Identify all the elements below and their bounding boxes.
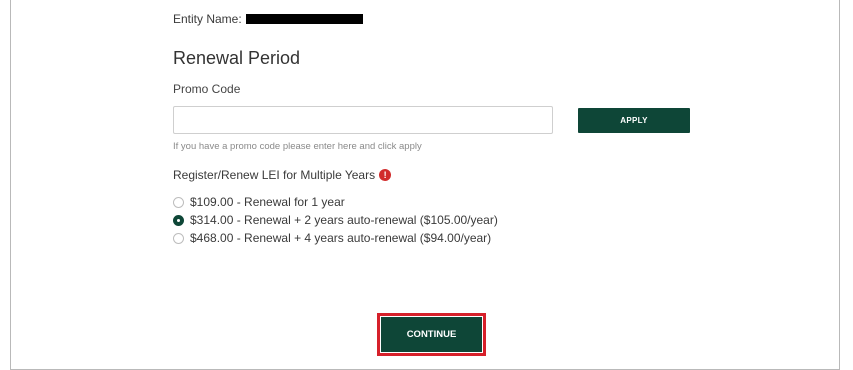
radio-button[interactable]	[173, 232, 184, 244]
exclamation-circle-icon: !	[379, 169, 392, 181]
renewal-option-label: $109.00 - Renewal for 1 year	[190, 195, 345, 209]
promo-code-label: Promo Code	[173, 82, 241, 96]
promo-code-help-text: If you have a promo code please enter he…	[173, 141, 422, 152]
multi-year-label-row: Register/Renew LEI for Multiple Years !	[173, 168, 392, 182]
promo-code-input[interactable]	[173, 106, 553, 134]
section-title: Renewal Period	[173, 48, 301, 68]
entity-name-label: Entity Name:	[173, 12, 242, 26]
entity-name-redacted-value	[245, 14, 363, 24]
renewal-option-4-years[interactable]: $468.00 - Renewal + 4 years auto-renewal…	[173, 229, 498, 247]
renewal-option-1-year[interactable]: $109.00 - Renewal for 1 year	[173, 193, 498, 211]
radio-button-selected[interactable]	[173, 214, 184, 226]
apply-button[interactable]: APPLY	[578, 108, 690, 133]
renewal-option-label: $314.00 - Renewal + 2 years auto-renewal…	[190, 213, 498, 227]
multi-year-label: Register/Renew LEI for Multiple Years	[173, 168, 376, 182]
renewal-options-group: $109.00 - Renewal for 1 year $314.00 - R…	[173, 193, 498, 247]
continue-button[interactable]: CONTINUE	[381, 317, 482, 352]
renewal-option-label: $468.00 - Renewal + 4 years auto-renewal…	[190, 231, 492, 245]
entity-name-row: Entity Name:	[173, 12, 363, 26]
renewal-option-2-years[interactable]: $314.00 - Renewal + 2 years auto-renewal…	[173, 211, 498, 229]
continue-highlight-box: CONTINUE	[377, 313, 486, 356]
radio-button[interactable]	[173, 196, 184, 208]
